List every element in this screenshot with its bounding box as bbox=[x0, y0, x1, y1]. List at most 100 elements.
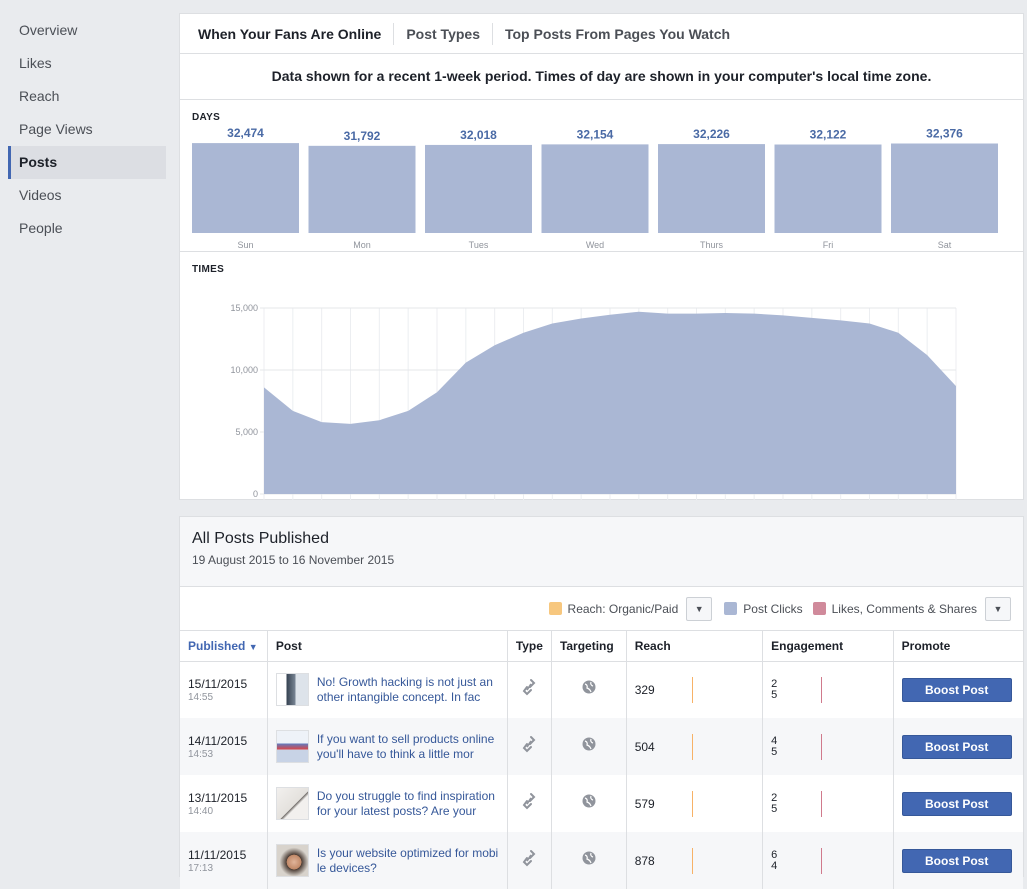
reach-value: 579 bbox=[634, 796, 655, 811]
targeting-cell bbox=[551, 775, 627, 832]
post-link[interactable]: If you want to sell products online you'… bbox=[317, 732, 499, 762]
legend-post-clicks-label: Post Clicks bbox=[743, 601, 803, 616]
globe-icon bbox=[582, 737, 596, 755]
days-bar-chart: 32,474 Sun 31,792 Mon 32,018 Tues 32,154 Wed 32,… bbox=[192, 126, 998, 250]
column-post[interactable]: Post bbox=[267, 631, 508, 662]
published-cell: 15/11/2015 14:55 bbox=[180, 661, 268, 718]
day-bar bbox=[192, 143, 299, 233]
type-cell bbox=[507, 718, 552, 775]
table-header-row: Published ▼ Post Type Targeting Reach En… bbox=[180, 631, 1023, 662]
column-type[interactable]: Type bbox=[507, 631, 552, 662]
all-posts-panel: All Posts Published 19 August 2015 to 16… bbox=[179, 516, 1024, 889]
boost-post-button[interactable]: Boost Post bbox=[901, 791, 1012, 816]
sidebar-item-page-views[interactable]: Page Views bbox=[8, 113, 166, 146]
sidebar-nav: Overview Likes Reach Page Views Posts Vi… bbox=[8, 14, 166, 245]
reach-bar bbox=[691, 790, 693, 817]
engagement-cell: 64 bbox=[762, 832, 894, 889]
day-value-label: 32,376 bbox=[926, 126, 963, 140]
sidebar-item-overview[interactable]: Overview bbox=[8, 14, 166, 47]
reach-bar bbox=[691, 676, 693, 703]
x-tick-label: 21:00 bbox=[858, 499, 881, 500]
column-reach[interactable]: Reach bbox=[626, 631, 764, 662]
post-clicks-swatch bbox=[724, 602, 738, 615]
x-tick-label: 03:00 bbox=[339, 499, 362, 500]
post-date: 15/11/2015 bbox=[188, 676, 248, 691]
posts-table: Published ▼ Post Type Targeting Reach En… bbox=[180, 631, 1023, 889]
day-bar bbox=[541, 144, 649, 233]
tab-bar: When Your Fans Are Online Post Types Top… bbox=[180, 14, 1023, 54]
promote-cell: Boost Post bbox=[893, 832, 1023, 889]
day-value-label: 32,226 bbox=[693, 127, 730, 141]
metric-dropdown-1[interactable]: ▼ bbox=[686, 596, 713, 621]
reach-cell: 504 bbox=[626, 718, 764, 775]
y-tick-label: 10,000 bbox=[230, 365, 258, 375]
day-value-label: 32,122 bbox=[810, 128, 847, 142]
day-category-label: Thurs bbox=[700, 240, 724, 250]
post-thumbnail[interactable] bbox=[275, 730, 309, 763]
day-bar bbox=[774, 144, 882, 233]
promote-cell: Boost Post bbox=[893, 718, 1023, 775]
engagement-swatch bbox=[812, 602, 826, 615]
sort-arrow-icon: ▼ bbox=[248, 641, 258, 652]
tab-when-fans-online[interactable]: When Your Fans Are Online bbox=[186, 22, 395, 45]
sidebar-item-videos[interactable]: Videos bbox=[8, 179, 166, 212]
tab-post-types[interactable]: Post Types bbox=[394, 22, 493, 45]
y-tick-label: 5,000 bbox=[235, 427, 258, 437]
x-tick-label: Midnight bbox=[939, 499, 974, 500]
post-link[interactable]: No! Growth hacking is not just another i… bbox=[317, 675, 499, 705]
targeting-cell bbox=[551, 718, 627, 775]
reach-value: 329 bbox=[634, 682, 655, 697]
day-value-label: 32,154 bbox=[577, 127, 614, 141]
sidebar-item-posts[interactable]: Posts bbox=[8, 146, 166, 179]
type-cell bbox=[507, 661, 552, 718]
type-cell bbox=[507, 775, 552, 832]
engagement-bar bbox=[821, 847, 823, 874]
link-icon bbox=[521, 793, 537, 814]
reactions-value: 4 bbox=[771, 859, 778, 872]
engagement-cell: 25 bbox=[762, 661, 894, 718]
reach-value: 504 bbox=[634, 739, 655, 754]
sidebar-item-likes[interactable]: Likes bbox=[8, 47, 166, 80]
table-row: 15/11/2015 14:55 No! Growth hacking is not… bbox=[180, 661, 1023, 718]
table-row: 13/11/2015 14:40 Do you struggle to find i… bbox=[180, 775, 1023, 832]
published-cell: 14/11/2015 14:53 bbox=[180, 718, 268, 775]
column-engagement[interactable]: Engagement bbox=[762, 631, 894, 662]
promote-cell: Boost Post bbox=[893, 661, 1023, 718]
timezone-notice: Data shown for a recent 1-week period. T… bbox=[180, 54, 1023, 100]
sidebar-item-people[interactable]: People bbox=[8, 212, 166, 245]
engagement-bar bbox=[821, 790, 823, 817]
day-category-label: Tues bbox=[469, 240, 489, 250]
column-targeting[interactable]: Targeting bbox=[551, 631, 627, 662]
link-icon bbox=[521, 850, 537, 871]
x-tick-label: 15:00 bbox=[685, 499, 708, 500]
post-time: 14:55 bbox=[188, 691, 214, 703]
x-tick-label: 18:00 bbox=[772, 499, 795, 500]
reach-value: 878 bbox=[634, 853, 655, 868]
reach-bar bbox=[691, 733, 693, 760]
column-published[interactable]: Published ▼ bbox=[180, 631, 268, 662]
sidebar-item-reach[interactable]: Reach bbox=[8, 80, 166, 113]
caret-down-icon: ▼ bbox=[993, 603, 1003, 614]
post-link[interactable]: Is your website optimized for mobile dev… bbox=[317, 846, 499, 876]
boost-post-button[interactable]: Boost Post bbox=[901, 848, 1012, 873]
metric-dropdown-2[interactable]: ▼ bbox=[985, 596, 1011, 621]
post-link[interactable]: Do you struggle to find inspiration for … bbox=[317, 789, 499, 819]
x-tick-label: 09:00 bbox=[512, 499, 535, 500]
type-cell bbox=[507, 832, 552, 889]
post-thumbnail[interactable] bbox=[275, 673, 309, 707]
metric-legend: Reach: Organic/Paid ▼ Post Clicks Likes,… bbox=[180, 587, 1023, 631]
globe-icon bbox=[582, 851, 596, 869]
day-category-label: Sat bbox=[938, 240, 952, 250]
boost-post-button[interactable]: Boost Post bbox=[901, 677, 1012, 702]
boost-post-button[interactable]: Boost Post bbox=[901, 734, 1012, 759]
promote-cell: Boost Post bbox=[893, 775, 1023, 832]
x-tick-label: Noon bbox=[599, 499, 621, 500]
engagement-cell: 25 bbox=[762, 775, 894, 832]
post-thumbnail[interactable] bbox=[275, 787, 309, 820]
tab-top-posts[interactable]: Top Posts From Pages You Watch bbox=[493, 23, 742, 45]
caret-down-icon: ▼ bbox=[694, 603, 704, 614]
day-value-label: 32,018 bbox=[460, 128, 497, 142]
post-thumbnail[interactable] bbox=[275, 844, 309, 877]
engagement-bar bbox=[821, 733, 823, 760]
reach-cell: 878 bbox=[626, 832, 764, 889]
